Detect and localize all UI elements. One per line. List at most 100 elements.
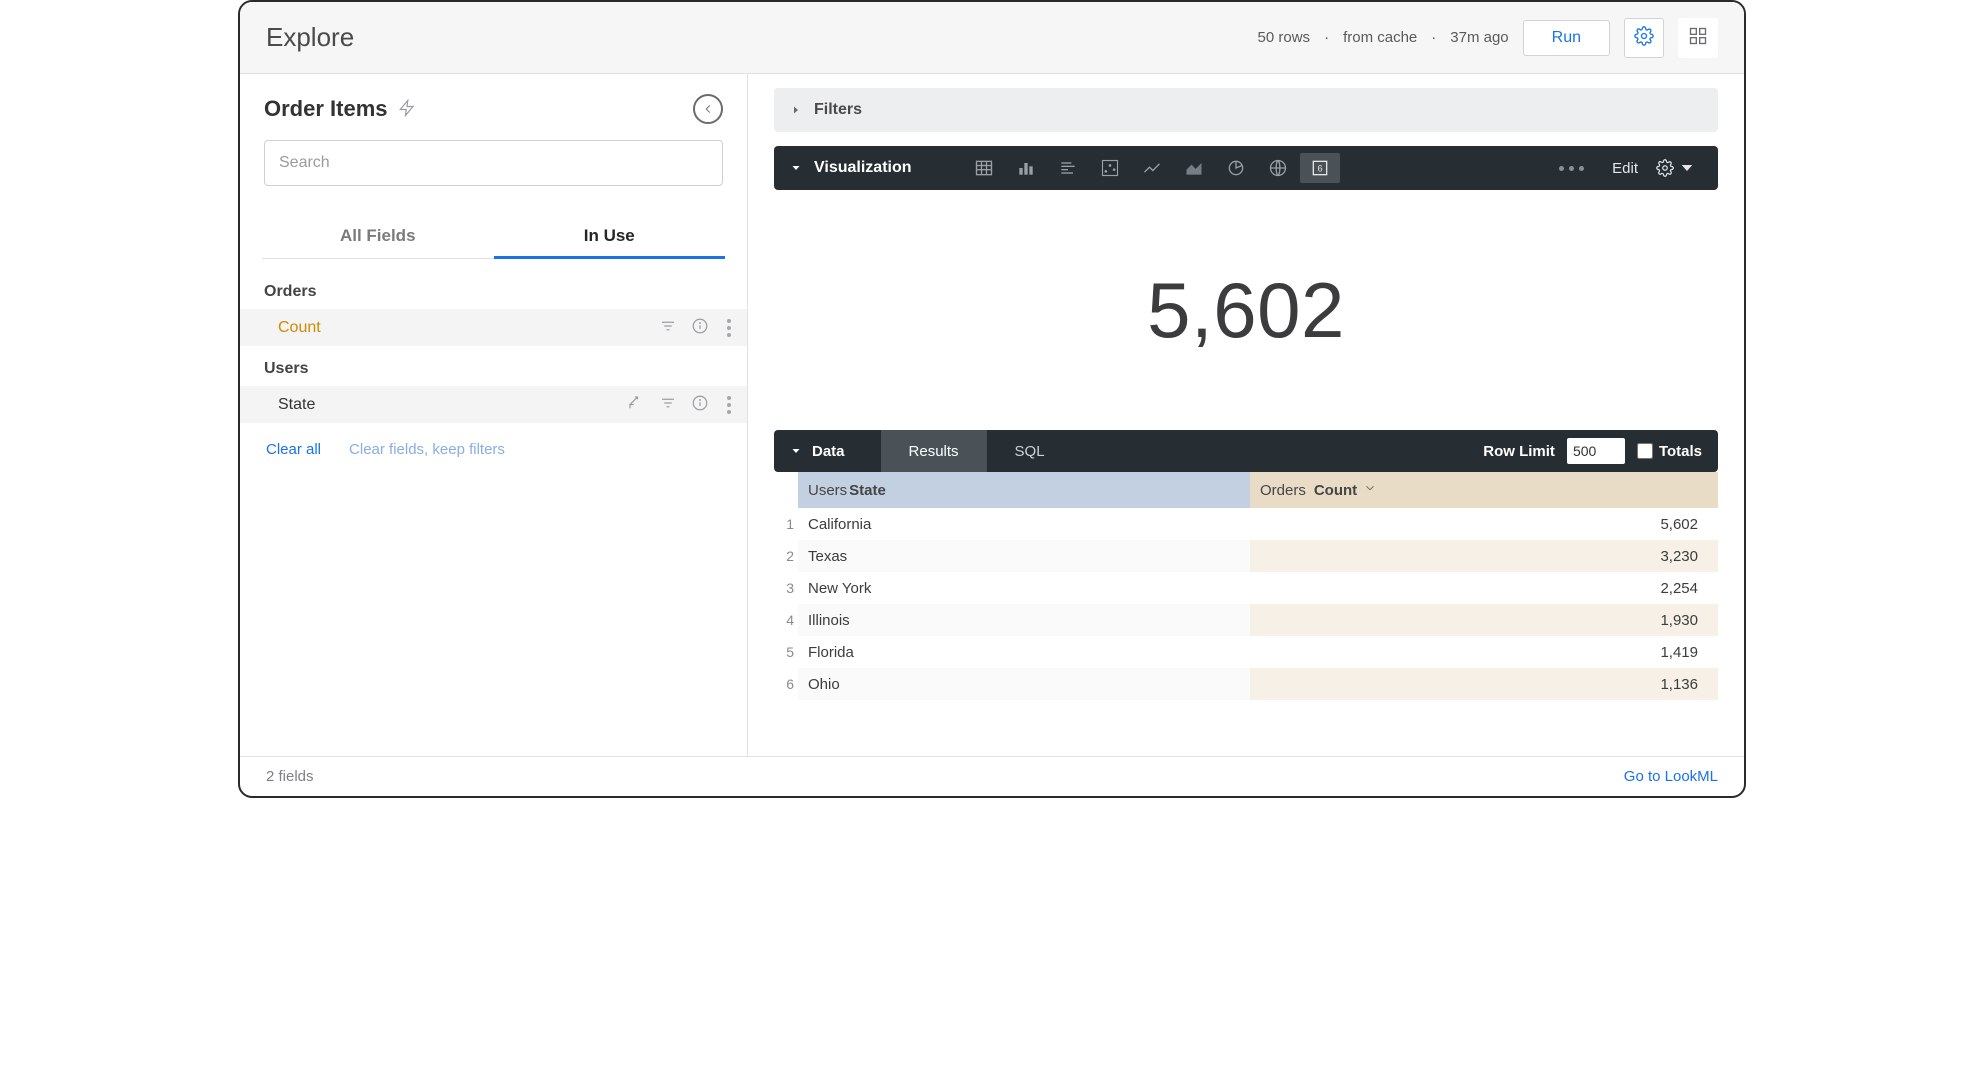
clear-all-link[interactable]: Clear all [266,441,321,458]
table-row[interactable]: 6Ohio1,136 [774,668,1718,700]
filter-icon[interactable] [659,394,677,415]
field-row-users-state[interactable]: State [240,386,747,423]
go-to-lookml-link[interactable]: Go to LookML [1624,768,1718,785]
grid-icon [1688,26,1708,49]
status-sep1: · [1324,29,1329,46]
cell-count: 1,136 [1250,668,1718,700]
table-row[interactable]: 5Florida1,419 [774,636,1718,668]
viz-table-icon[interactable] [964,153,1004,183]
footer-bar: 2 fields Go to LookML [240,756,1744,796]
gear-icon [1634,26,1654,49]
field-name: Count [278,319,321,337]
page-title: Explore [266,22,354,53]
table-row[interactable]: 1California5,602 [774,508,1718,540]
search-input[interactable] [264,140,723,186]
sidebar-header: Order Items [240,74,747,134]
single-value-visualization: 5,602 [774,190,1718,430]
info-icon[interactable] [691,394,709,415]
caret-right-icon [790,104,802,116]
data-section-toggle[interactable]: Data [790,430,881,472]
status-sep2: · [1431,29,1436,46]
viz-stackbar-icon[interactable] [1048,153,1088,183]
body: Order Items All Fields In Use Orders [240,74,1744,756]
visualization-panel-header: Visualization 6 Edit [774,146,1718,190]
table-row[interactable]: 3New York2,254 [774,572,1718,604]
clear-fields-keep-filters-link[interactable]: Clear fields, keep filters [349,441,505,458]
collapse-sidebar-button[interactable] [693,94,723,124]
cell-state: Illinois [798,604,1250,636]
column-header-users-state[interactable]: Users State [798,472,1250,508]
cell-count: 5,602 [1250,508,1718,540]
viz-more-icon[interactable] [1549,166,1594,171]
sort-desc-icon [1363,481,1377,499]
pivot-icon[interactable] [627,394,645,415]
table-row[interactable]: 4Illinois1,930 [774,604,1718,636]
tab-sql[interactable]: SQL [987,430,1073,472]
explore-name: Order Items [264,96,388,122]
status-rows: 50 rows [1258,29,1311,46]
row-limit-input[interactable] [1567,438,1625,464]
group-label-users: Users [240,354,747,386]
sidebar-tabs: All Fields In Use [262,216,725,259]
data-label: Data [812,443,845,460]
viz-pie-icon[interactable] [1216,153,1256,183]
tab-results[interactable]: Results [881,430,987,472]
app-window: Explore 50 rows · from cache · 37m ago R… [238,0,1746,798]
viz-settings-button[interactable] [1656,159,1696,177]
cell-count: 1,419 [1250,636,1718,668]
cell-state: California [798,508,1250,540]
visualization-label: Visualization [814,159,912,177]
top-header: Explore 50 rows · from cache · 37m ago R… [240,2,1744,74]
settings-button[interactable] [1624,18,1664,58]
status-cache: from cache [1343,29,1417,46]
row-limit-label: Row Limit [1483,443,1555,460]
dashboard-grid-button[interactable] [1678,18,1718,58]
field-count: 2 fields [266,768,314,785]
row-number: 2 [774,540,798,572]
viz-type-icons: 6 [964,153,1340,183]
viz-line-icon[interactable] [1132,153,1172,183]
viz-scatter-icon[interactable] [1090,153,1130,183]
cell-state: Texas [798,540,1250,572]
results-table: Users State Orders Count 1California5,60… [774,472,1718,700]
top-header-right: 50 rows · from cache · 37m ago Run [1258,18,1718,58]
info-icon[interactable] [691,317,709,338]
row-number: 5 [774,636,798,668]
run-button[interactable]: Run [1523,20,1610,56]
field-name: State [278,396,315,414]
table-row[interactable]: 2Texas3,230 [774,540,1718,572]
field-groups: Orders Count Users State [240,259,747,756]
viz-edit-button[interactable]: Edit [1612,160,1638,177]
row-number: 3 [774,572,798,604]
row-number: 4 [774,604,798,636]
svg-text:6: 6 [1317,163,1322,173]
data-panel-header: Data Results SQL Row Limit Totals [774,430,1718,472]
field-menu-icon[interactable] [723,396,735,414]
cell-count: 3,230 [1250,540,1718,572]
filters-panel-header[interactable]: Filters [774,88,1718,132]
table-header: Users State Orders Count [774,472,1718,508]
field-menu-icon[interactable] [723,319,735,337]
bolt-icon [398,99,416,120]
viz-map-icon[interactable] [1258,153,1298,183]
cell-count: 1,930 [1250,604,1718,636]
totals-label: Totals [1659,443,1702,460]
cell-state: Ohio [798,668,1250,700]
viz-area-icon[interactable] [1174,153,1214,183]
cell-state: Florida [798,636,1250,668]
cell-state: New York [798,572,1250,604]
filter-icon[interactable] [659,317,677,338]
field-row-orders-count[interactable]: Count [240,309,747,346]
row-number: 6 [774,668,798,700]
viz-bar-icon[interactable] [1006,153,1046,183]
row-number: 1 [774,508,798,540]
caret-down-icon[interactable] [790,162,802,174]
tab-in-use[interactable]: In Use [494,216,726,259]
column-header-orders-count[interactable]: Orders Count [1250,472,1718,508]
viz-single-value-icon[interactable]: 6 [1300,153,1340,183]
group-label-orders: Orders [240,277,747,309]
cell-count: 2,254 [1250,572,1718,604]
main: Filters Visualization [748,74,1744,756]
tab-all-fields[interactable]: All Fields [262,216,494,258]
totals-checkbox[interactable] [1637,443,1653,459]
